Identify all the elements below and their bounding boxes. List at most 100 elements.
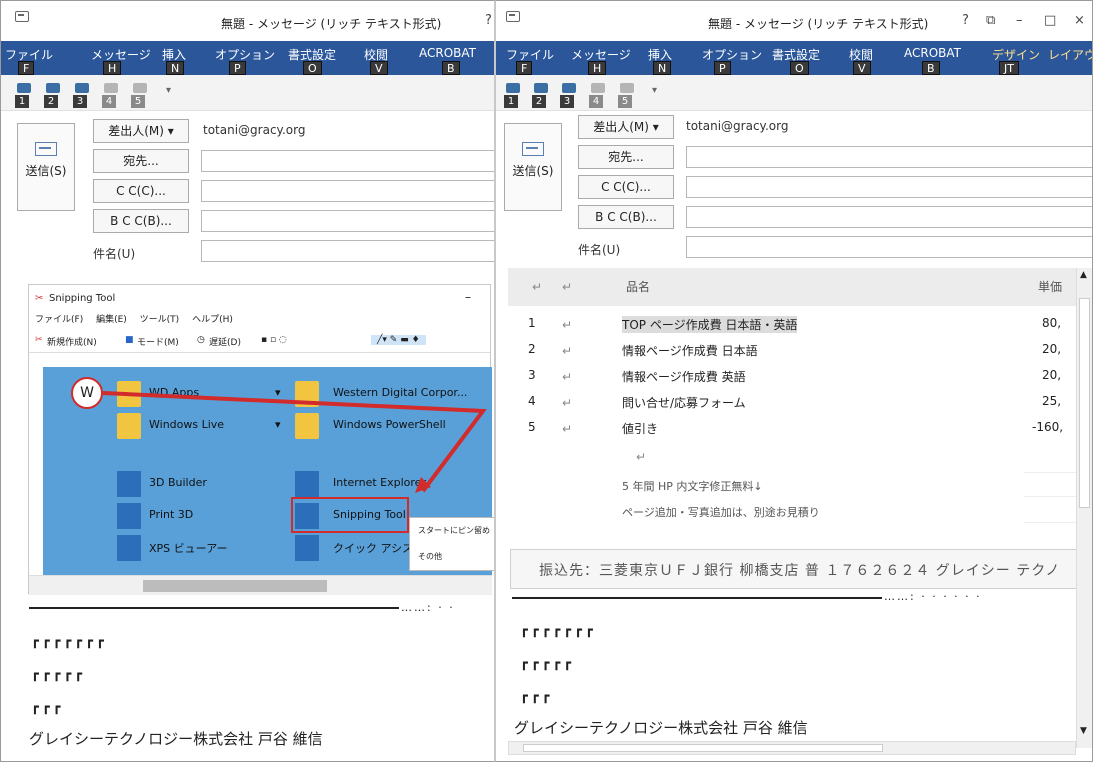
row-no: 4 <box>528 394 536 408</box>
keytip-format: O <box>790 61 809 75</box>
to-button[interactable]: 宛先... <box>578 145 674 169</box>
keytip-message: H <box>103 61 122 75</box>
sig-line-3: ┏┏┏ <box>31 700 64 715</box>
sig-line-3: ┏┏┏ <box>520 689 553 704</box>
keytip-options: P <box>229 61 246 75</box>
row-no: 5 <box>528 420 536 434</box>
hscroll-thumb[interactable] <box>523 744 883 752</box>
quick-access-toolbar: 1 2 3 4 5 ▾ <box>1 75 496 111</box>
table-row: 4 ↵ 問い合せ/応募フォーム 25, <box>528 394 1062 410</box>
bcc-field[interactable] <box>686 206 1092 228</box>
customize-qat-icon[interactable]: ▾ <box>166 85 171 96</box>
scroll-thumb[interactable] <box>1079 298 1090 508</box>
snip-new: 新規作成(N) <box>47 338 97 348</box>
row-price: 20, <box>1042 342 1062 356</box>
note-extra-pages: ページ追加・写真追加は、別途お見積り <box>622 506 820 519</box>
tab-options[interactable]: オプション <box>702 46 762 63</box>
snip-new-icon: ✂ <box>35 335 43 345</box>
subject-label: 件名(U) <box>93 247 136 261</box>
context-menu: スタートにピン留め その他 <box>409 517 495 571</box>
undo-icon <box>46 83 60 93</box>
quote-table: ↵ ↵ 品名 単価 1 ↵ TOP ページ作成費 日本語・英語 80, 2 ↵ … <box>508 268 1076 578</box>
cc-button[interactable]: C C(C)... <box>93 179 189 203</box>
scroll-down-icon[interactable]: ▼ <box>1080 726 1087 736</box>
send-button[interactable]: 送信(S) <box>504 123 562 211</box>
subject-label: 件名(U) <box>578 243 621 257</box>
row-price: 80, <box>1042 316 1062 330</box>
bcc-button[interactable]: B C C(B)... <box>578 205 674 229</box>
table-row: 2 ↵ 情報ページ作成費 日本語 20, <box>528 342 1062 358</box>
tab-acrobat[interactable]: ACROBAT <box>419 46 476 60</box>
bcc-button[interactable]: B C C(B)... <box>93 209 189 233</box>
undo-button[interactable]: 2 <box>532 83 550 108</box>
sig-line-2: ┏┏┏┏┏ <box>31 667 86 682</box>
row-name: 情報ページ作成費 英語 <box>622 370 746 384</box>
snip-pen-icon: ╱▾ ✎ ▬ ♦ <box>371 335 426 345</box>
ctx-pin-to-start: スタートにピン留め <box>418 526 490 535</box>
subject-field[interactable] <box>686 236 1092 258</box>
help-icon[interactable]: ? <box>962 13 969 28</box>
help-icon[interactable]: ? <box>485 13 492 28</box>
from-address: totani@gracy.org <box>686 119 789 133</box>
send-envelope-icon <box>35 142 57 156</box>
sig-line-2: ┏┏┏┏┏ <box>520 656 575 671</box>
send-button[interactable]: 送信(S) <box>17 123 75 211</box>
redo-icon <box>75 83 89 93</box>
cc-field[interactable] <box>201 180 496 202</box>
minimize-icon[interactable]: – <box>1016 13 1023 28</box>
row-name: TOP ページ作成費 日本語・英語 <box>622 316 798 333</box>
header-item-name: 品名 <box>626 280 651 294</box>
redo-button[interactable]: 3 <box>560 83 578 108</box>
undo-button[interactable]: 2 <box>44 83 62 108</box>
ribbon-display-icon[interactable]: ⧉ <box>986 13 995 28</box>
snip-title: Snipping Tool <box>49 293 116 304</box>
to-field[interactable] <box>201 150 496 172</box>
sig-line-1: ┏┏┏┏┏┏┏ <box>520 623 596 638</box>
to-button[interactable]: 宛先... <box>93 149 189 173</box>
table-header: ↵ ↵ 品名 単価 <box>508 268 1076 306</box>
title-bar: 無題 - メッセージ (リッチ テキスト形式) ? ⧉ – □ × <box>496 1 1092 41</box>
cc-field[interactable] <box>686 176 1092 198</box>
note-free-edits: 5 年間 HP 内文字修正無料↓ <box>622 480 763 493</box>
row-price: 20, <box>1042 368 1062 382</box>
table-row: 5 ↵ 値引き -160, <box>528 420 1064 436</box>
bank-info: 振込先：三菱東京ＵＦＪ銀行 柳橋支店 普 １７６２６２４ グレイシー テクノ <box>539 563 1061 579</box>
snip-toolbar: ✂ 新規作成(N) ■ モード(M) ◷ 遅延(D) ▪ ▫ ◌ ╱▾ ✎ ▬ … <box>29 329 490 353</box>
close-icon[interactable]: × <box>1074 13 1085 28</box>
from-button[interactable]: 差出人(M) ▾ <box>578 115 674 139</box>
message-header: 送信(S) 差出人(M) ▾ totani@gracy.org 宛先... C … <box>496 111 1092 261</box>
tab-layout[interactable]: レイアウ <box>1048 46 1092 63</box>
customize-qat-icon[interactable]: ▾ <box>652 85 657 96</box>
left-message-window: 無題 - メッセージ (リッチ テキスト形式) ? ファイル F メッセージ H… <box>0 0 497 762</box>
down-button[interactable]: 5 <box>618 83 636 108</box>
tab-acrobat[interactable]: ACROBAT <box>904 46 961 60</box>
down-button[interactable]: 5 <box>131 83 149 108</box>
up-button[interactable]: 4 <box>102 83 120 108</box>
from-button[interactable]: 差出人(M) ▾ <box>93 119 189 143</box>
bcc-field[interactable] <box>201 210 496 232</box>
maximize-icon[interactable]: □ <box>1044 13 1056 28</box>
vertical-scrollbar[interactable]: ▲ ▼ <box>1076 268 1092 748</box>
save-button[interactable]: 1 <box>504 83 522 108</box>
up-button[interactable]: 4 <box>589 83 607 108</box>
to-field[interactable] <box>686 146 1092 168</box>
cc-button[interactable]: C C(C)... <box>578 175 674 199</box>
keytip-format: O <box>303 61 322 75</box>
save-button[interactable]: 1 <box>15 83 33 108</box>
scroll-up-icon[interactable]: ▲ <box>1080 270 1087 280</box>
sig-line-1: ┏┏┏┏┏┏┏ <box>31 634 107 649</box>
quick-access-toolbar: 1 2 3 4 5 ▾ <box>496 75 1092 111</box>
row-no: 3 <box>528 368 536 382</box>
keytip-acrobat: B <box>442 61 460 75</box>
horizontal-scrollbar[interactable] <box>508 741 1076 755</box>
header-unit-price: 単価 <box>1038 280 1063 294</box>
redo-button[interactable]: 3 <box>73 83 91 108</box>
snip-menu-edit: 編集(E) <box>96 315 127 325</box>
snip-menu-help: ヘルプ(H) <box>192 315 233 325</box>
keytip-message: H <box>588 61 607 75</box>
snipping-tool-image: ✂ Snipping Tool – ファイル(F) 編集(E) ツール(T) ヘ… <box>28 284 495 595</box>
row-no: 1 <box>528 316 536 330</box>
table-row: 1 ↵ TOP ページ作成費 日本語・英語 80, <box>528 316 1062 333</box>
bank-info-box: 振込先：三菱東京ＵＦＪ銀行 柳橋支店 普 １７６２６２４ グレイシー テクノ <box>510 549 1080 589</box>
subject-field[interactable] <box>201 240 496 262</box>
